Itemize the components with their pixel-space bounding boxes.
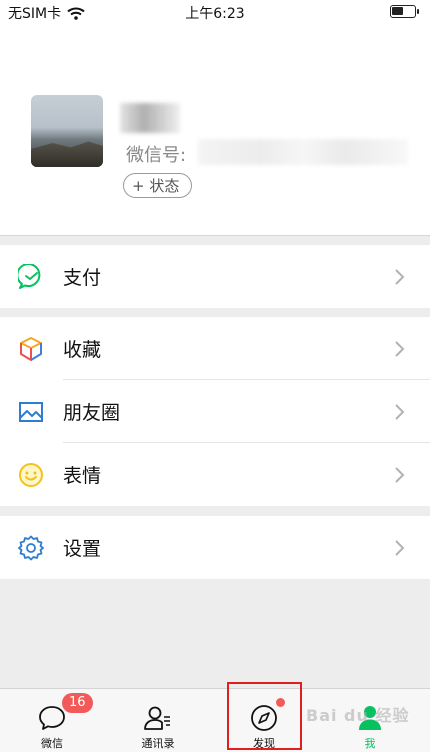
menu-group-features: 收藏 朋友圈 表情 — [0, 317, 430, 506]
watermark-text: Bai du 经验 — [306, 706, 410, 725]
tab-contacts-label: 通讯录 — [141, 737, 175, 750]
chevron-right-icon — [395, 268, 405, 285]
avatar[interactable] — [31, 95, 103, 167]
menu-item-settings-label: 设置 — [63, 538, 102, 560]
tab-contacts[interactable]: 通讯录 — [115, 689, 201, 752]
battery-level — [392, 7, 403, 15]
status-button[interactable]: + 状态 — [123, 173, 193, 198]
favorites-cube-icon — [20, 336, 42, 361]
menu-item-pay[interactable]: 支付 — [0, 245, 430, 308]
contacts-icon — [144, 706, 170, 730]
status-button-label: + 状态 — [132, 177, 180, 195]
profile-header[interactable]: 微信号: + 状态 — [0, 24, 430, 236]
menu-item-favorites[interactable]: 收藏 — [0, 317, 430, 380]
battery-icon — [390, 5, 419, 18]
menu-item-settings[interactable]: 设置 — [0, 516, 430, 579]
chevron-right-icon — [395, 340, 405, 357]
menu-group-settings: 设置 — [0, 516, 430, 579]
menu-group-pay: 支付 — [0, 245, 430, 308]
menu-item-favorites-label: 收藏 — [63, 339, 102, 361]
status-bar: 无SIM卡 上午6:23 — [0, 0, 430, 24]
wechat-id-label: 微信号: — [126, 145, 187, 166]
menu-item-moments[interactable]: 朋友圈 — [0, 380, 430, 443]
status-time: 上午6:23 — [185, 6, 245, 22]
menu-item-moments-label: 朋友圈 — [63, 402, 121, 424]
menu-item-pay-label: 支付 — [63, 267, 102, 289]
chevron-right-icon — [395, 466, 405, 483]
chevron-right-icon — [395, 403, 405, 420]
highlight-box — [227, 682, 302, 750]
moments-photo-icon — [19, 401, 43, 422]
unread-badge: 16 — [62, 693, 93, 713]
menu-item-stickers-label: 表情 — [63, 465, 102, 487]
nickname-blurred — [120, 103, 180, 133]
tab-me-label: 我 — [364, 737, 376, 750]
menu-item-stickers[interactable]: 表情 — [0, 443, 430, 506]
tab-chats-label: 微信 — [41, 737, 63, 750]
chevron-right-icon — [395, 539, 405, 556]
pay-icon — [18, 263, 41, 289]
gear-icon — [18, 535, 44, 560]
wechat-id-blurred — [198, 139, 408, 165]
smiley-icon — [19, 462, 43, 487]
